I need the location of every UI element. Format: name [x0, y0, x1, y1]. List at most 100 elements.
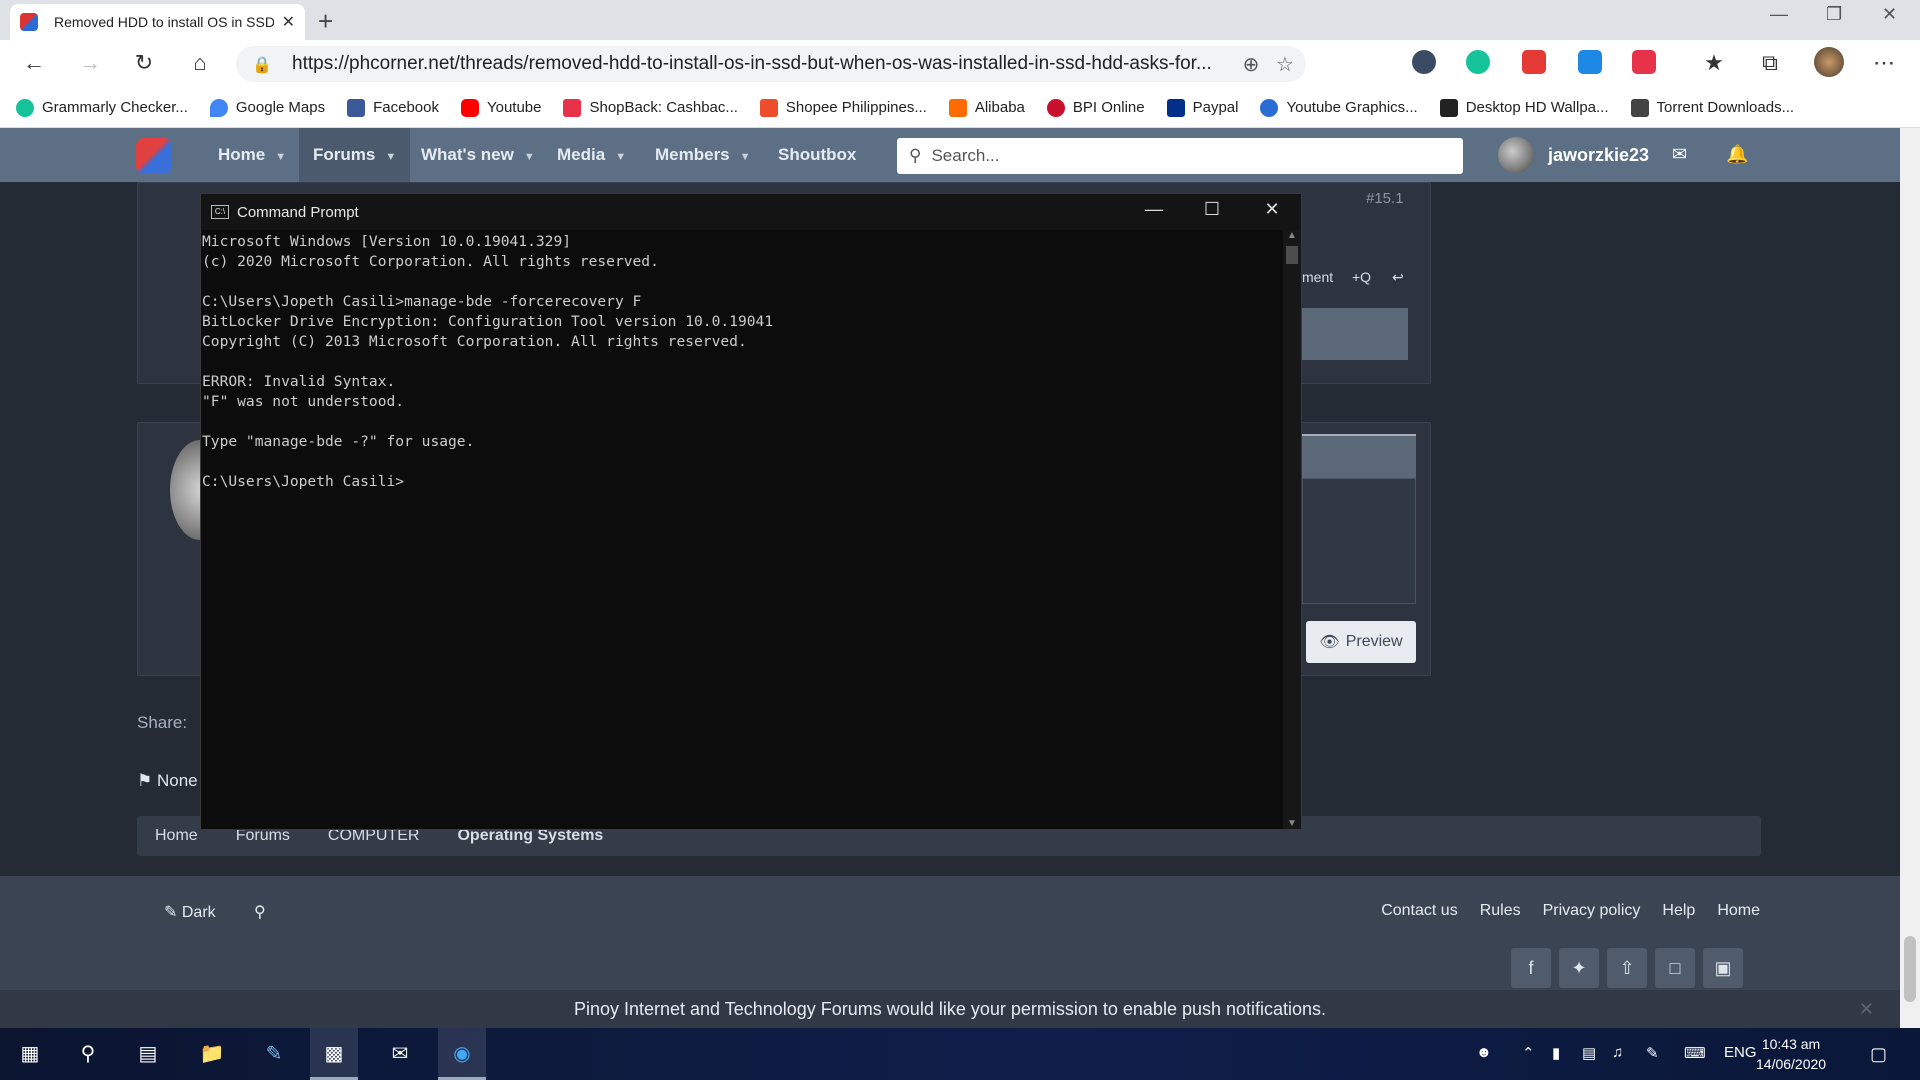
- footer-contact-link[interactable]: Contact us: [1381, 902, 1457, 920]
- notepad-icon[interactable]: ✎: [250, 1028, 298, 1080]
- bookmark-item[interactable]: BPI Online: [1046, 98, 1145, 117]
- profile-avatar[interactable]: [1814, 47, 1844, 77]
- bookmark-item[interactable]: Paypal: [1166, 98, 1238, 117]
- add-icon[interactable]: ⊕: [1238, 52, 1264, 77]
- cmd-close-button[interactable]: ✕: [1249, 199, 1295, 220]
- clock[interactable]: 10:43 am 14/06/2020: [1756, 1034, 1826, 1074]
- bookmark-item[interactable]: ShopBack: Cashbac...: [563, 98, 738, 117]
- edge-browser-icon[interactable]: ◉: [438, 1028, 486, 1080]
- back-icon[interactable]: ←: [20, 50, 48, 76]
- forward-icon[interactable]: →: [76, 50, 104, 76]
- bookmark-item[interactable]: Desktop HD Wallpa...: [1439, 98, 1609, 117]
- volume-icon[interactable]: ♫: [1612, 1044, 1623, 1061]
- new-tab-button[interactable]: +: [318, 6, 333, 37]
- bookmark-item[interactable]: Youtube: [460, 98, 541, 117]
- shopback-extension-icon[interactable]: [1632, 50, 1656, 74]
- editor-area[interactable]: [1302, 478, 1416, 604]
- bookmark-item[interactable]: Shopee Philippines...: [759, 98, 927, 117]
- bookmark-item[interactable]: Youtube Graphics...: [1260, 98, 1418, 117]
- nav-home[interactable]: Home ▼: [218, 128, 286, 182]
- collections-icon[interactable]: ⧉: [1756, 50, 1784, 76]
- footer-rules-link[interactable]: Rules: [1480, 902, 1521, 920]
- address-bar[interactable]: 🔒 https://phcorner.net/threads/removed-h…: [236, 46, 1306, 82]
- footer-privacy-link[interactable]: Privacy policy: [1543, 902, 1641, 920]
- breadcrumb-home[interactable]: Home: [155, 827, 198, 845]
- style-chooser[interactable]: ✎ Dark: [164, 902, 216, 922]
- extension-red-icon[interactable]: [1522, 50, 1546, 74]
- people-icon[interactable]: ☻: [1476, 1044, 1492, 1061]
- command-prompt-taskbar-icon[interactable]: ▩: [310, 1028, 358, 1080]
- post-number[interactable]: #15.1: [1366, 190, 1404, 207]
- lightbulb-icon[interactable]: ⚲: [254, 902, 266, 922]
- mail-icon[interactable]: ✉: [1672, 144, 1687, 165]
- search-input[interactable]: ⚲ Search...: [897, 138, 1463, 174]
- extension-blue-icon[interactable]: [1578, 50, 1602, 74]
- preview-button[interactable]: 👁 Preview: [1306, 621, 1416, 663]
- file-explorer-icon[interactable]: 📁: [188, 1028, 236, 1080]
- document-icon[interactable]: □: [1655, 948, 1695, 988]
- twitter-share-icon[interactable]: ✦: [1559, 948, 1599, 988]
- bookmark-item[interactable]: Google Maps: [209, 98, 325, 117]
- chevron-down-icon: ▼: [275, 151, 287, 163]
- notifications-icon[interactable]: ▢: [1870, 1044, 1887, 1065]
- cmd-output[interactable]: Microsoft Windows [Version 10.0.19041.32…: [201, 232, 1281, 492]
- bell-icon[interactable]: 🔔: [1726, 144, 1748, 165]
- scroll-up-icon[interactable]: ▲: [1283, 230, 1301, 241]
- windows-start-icon[interactable]: ▦: [6, 1028, 54, 1080]
- page-scrollbar[interactable]: [1900, 128, 1920, 1028]
- favorite-star-icon[interactable]: ☆: [1272, 52, 1298, 77]
- quote-button[interactable]: +Q: [1352, 269, 1371, 285]
- close-window-button[interactable]: ✕: [1882, 4, 1897, 25]
- tag-icon: ⚑: [137, 771, 153, 790]
- nav-media[interactable]: Media ▼: [557, 128, 626, 182]
- site-logo[interactable]: [136, 138, 172, 174]
- minimize-window-button[interactable]: —: [1770, 4, 1788, 25]
- nav-members[interactable]: Members ▼: [655, 128, 751, 182]
- footer-help-link[interactable]: Help: [1662, 902, 1695, 920]
- cmd-minimize-button[interactable]: —: [1131, 199, 1177, 220]
- browser-tab[interactable]: Removed HDD to install OS in SSD but whe…: [10, 4, 305, 40]
- bookmark-item[interactable]: Grammarly Checker...: [16, 98, 188, 117]
- cmd-title: Command Prompt: [237, 203, 359, 221]
- home-icon[interactable]: ⌂: [186, 50, 214, 76]
- facebook-share-icon[interactable]: f: [1511, 948, 1551, 988]
- user-menu[interactable]: jaworzkie23: [1498, 137, 1649, 173]
- mail-icon[interactable]: ✉: [376, 1028, 424, 1080]
- close-tab-icon[interactable]: ✕: [282, 12, 295, 32]
- site-favicon-icon: [20, 13, 38, 31]
- bookmark-item[interactable]: Facebook: [347, 98, 439, 117]
- cmd-scrollbar-thumb[interactable]: [1286, 246, 1298, 264]
- bookmark-item[interactable]: Torrent Downloads...: [1630, 98, 1794, 117]
- refresh-icon[interactable]: ↻: [130, 50, 158, 76]
- comment-link[interactable]: ment: [1302, 269, 1333, 285]
- shopee-icon: [759, 98, 778, 117]
- footer-home-link[interactable]: Home: [1717, 902, 1760, 920]
- nav-shoutbox[interactable]: Shoutbox: [778, 128, 856, 182]
- favorites-icon[interactable]: ★: [1700, 50, 1728, 76]
- search-icon[interactable]: ⚲: [64, 1028, 112, 1080]
- pen-icon[interactable]: ✎: [1646, 1044, 1659, 1062]
- task-view-icon[interactable]: ▤: [124, 1028, 172, 1080]
- extension-icon[interactable]: [1412, 50, 1436, 74]
- image-icon[interactable]: ▣: [1703, 948, 1743, 988]
- reply-icon[interactable]: ↩: [1392, 269, 1404, 286]
- grammarly-extension-icon[interactable]: [1466, 50, 1490, 74]
- network-icon[interactable]: ▤: [1582, 1044, 1596, 1062]
- upload-icon[interactable]: ⇧: [1607, 948, 1647, 988]
- nav-whats-new[interactable]: What's new ▼: [421, 128, 535, 182]
- keyboard-icon[interactable]: ⌨: [1684, 1044, 1706, 1062]
- restore-window-button[interactable]: ❐: [1826, 4, 1842, 25]
- clock-date: 14/06/2020: [1756, 1056, 1827, 1072]
- chevron-up-icon[interactable]: ⌃: [1522, 1044, 1535, 1062]
- scrollbar-thumb[interactable]: [1904, 936, 1916, 1002]
- more-options-icon[interactable]: ⋯: [1870, 50, 1898, 76]
- command-prompt-window[interactable]: C:\ Command Prompt — ☐ ✕ Microsoft Windo…: [200, 193, 1302, 830]
- cmd-scrollbar[interactable]: ▲ ▼: [1283, 230, 1301, 829]
- battery-icon[interactable]: ▮: [1552, 1044, 1560, 1062]
- scroll-down-icon[interactable]: ▼: [1283, 818, 1301, 829]
- bookmark-item[interactable]: Alibaba: [948, 98, 1025, 117]
- language-indicator[interactable]: ENG: [1724, 1044, 1757, 1061]
- cmd-maximize-button[interactable]: ☐: [1189, 199, 1235, 220]
- close-icon[interactable]: ✕: [1859, 990, 1874, 1028]
- nav-forums[interactable]: Forums ▼: [299, 128, 411, 182]
